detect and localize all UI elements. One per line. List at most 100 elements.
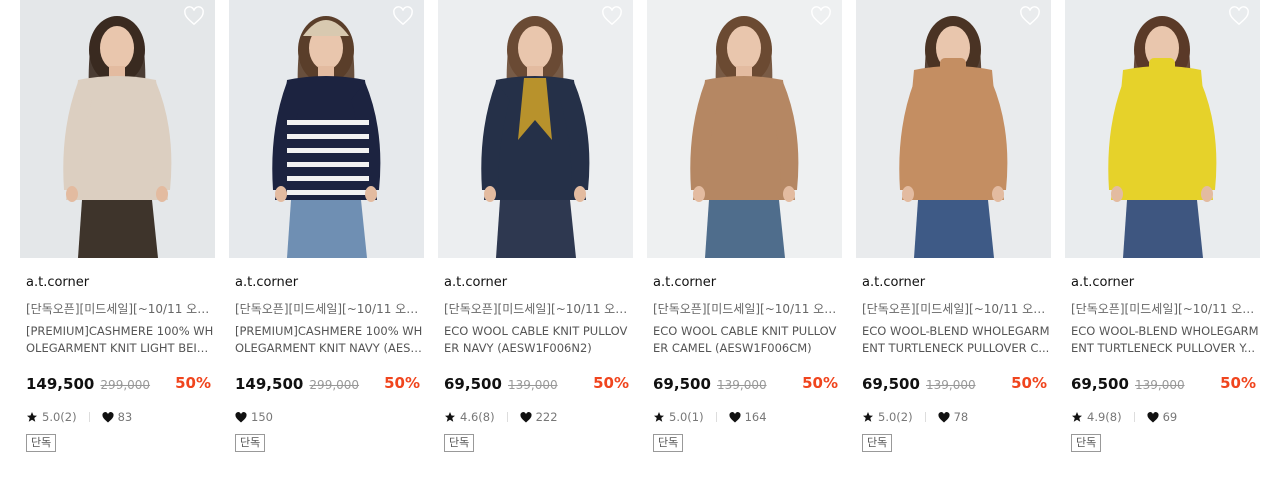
- likes: 69: [1147, 410, 1178, 424]
- product-name[interactable]: ECO WOOL-BLEND WHOLEGARMENT TURTLENECK P…: [862, 323, 1050, 357]
- original-price: 139,000: [507, 378, 558, 392]
- brand-name[interactable]: a.t.corner: [653, 275, 716, 290]
- product-photo: [229, 0, 424, 258]
- brand-name[interactable]: a.t.corner: [444, 275, 507, 290]
- exclusive-badge: 단독: [26, 434, 57, 452]
- price-row: 69,500 139,000 50%: [653, 374, 838, 394]
- star-icon: [1072, 412, 1082, 422]
- wishlist-heart-icon[interactable]: [392, 6, 414, 26]
- product-name[interactable]: ECO WOOL CABLE KNIT PULLOVER CAMEL (AESW…: [653, 323, 841, 357]
- product-stats: 5.0(2) 78: [862, 409, 968, 425]
- original-price: 139,000: [716, 378, 767, 392]
- product-image[interactable]: [1065, 0, 1260, 258]
- star-icon: [445, 412, 455, 422]
- promo-text: [단독오픈][미드세일][~10/11 오전 10...: [235, 302, 421, 316]
- product-image[interactable]: [229, 0, 424, 258]
- promo-text: [단독오픈][미드세일][~10/11 오전 10...: [653, 302, 839, 316]
- product-name[interactable]: [PREMIUM]CASHMERE 100% WHOLEGARMENT KNIT…: [26, 323, 214, 357]
- rating: 4.9(8): [1071, 410, 1122, 424]
- heart-icon: [1147, 411, 1159, 422]
- price-row: 69,500 139,000 50%: [862, 374, 1047, 394]
- product-name[interactable]: [PREMIUM]CASHMERE 100% WHOLEGARMENT KNIT…: [235, 323, 423, 357]
- rating-value: 4.9(8): [1087, 410, 1122, 424]
- product-grid: a.t.corner [단독오픈][미드세일][~10/11 오전 10... …: [0, 0, 1269, 477]
- brand-name[interactable]: a.t.corner: [862, 275, 925, 290]
- likes: 78: [938, 410, 969, 424]
- discount-rate: 50%: [175, 374, 211, 392]
- product-stats: 4.6(8) 222: [444, 409, 558, 425]
- rating-value: 5.0(2): [878, 410, 913, 424]
- rating: 5.0(2): [26, 410, 77, 424]
- brand-name[interactable]: a.t.corner: [1071, 275, 1134, 290]
- price-row: 149,500 299,000 50%: [26, 374, 211, 394]
- wishlist-heart-icon[interactable]: [1228, 6, 1250, 26]
- wishlist-heart-icon[interactable]: [810, 6, 832, 26]
- star-icon: [27, 412, 37, 422]
- brand-name[interactable]: a.t.corner: [235, 275, 298, 290]
- rating-value: 5.0(1): [669, 410, 704, 424]
- promo-text: [단독오픈][미드세일][~10/11 오전 10...: [1071, 302, 1257, 316]
- exclusive-badge: 단독: [653, 434, 684, 452]
- sale-price: 69,500: [862, 375, 920, 393]
- discount-rate: 50%: [384, 374, 420, 392]
- sale-price: 69,500: [653, 375, 711, 393]
- product-card[interactable]: a.t.corner [단독오픈][미드세일][~10/11 오전 10... …: [229, 0, 424, 470]
- likes-count: 78: [953, 410, 969, 424]
- likes-count: 69: [1162, 410, 1178, 424]
- original-price: 139,000: [925, 378, 976, 392]
- likes: 83: [102, 410, 133, 424]
- rating: 5.0(1): [653, 410, 704, 424]
- product-name[interactable]: ECO WOOL CABLE KNIT PULLOVER NAVY (AESW1…: [444, 323, 632, 357]
- product-stats: 5.0(1) 164: [653, 409, 767, 425]
- product-card[interactable]: a.t.corner [단독오픈][미드세일][~10/11 오전 10... …: [856, 0, 1051, 470]
- divider: [924, 412, 926, 422]
- product-photo: [20, 0, 215, 258]
- likes: 150: [235, 410, 273, 424]
- likes: 222: [520, 410, 558, 424]
- product-image[interactable]: [438, 0, 633, 258]
- product-photo: [856, 0, 1051, 258]
- star-icon: [654, 412, 664, 422]
- rating-value: 4.6(8): [460, 410, 495, 424]
- rating: 4.6(8): [444, 410, 495, 424]
- original-price: 299,000: [100, 378, 151, 392]
- promo-text: [단독오픈][미드세일][~10/11 오전 10...: [862, 302, 1048, 316]
- product-card[interactable]: a.t.corner [단독오픈][미드세일][~10/11 오전 10... …: [1065, 0, 1260, 470]
- brand-name[interactable]: a.t.corner: [26, 275, 89, 290]
- promo-text: [단독오픈][미드세일][~10/11 오전 10...: [26, 302, 212, 316]
- product-photo: [438, 0, 633, 258]
- exclusive-badge: 단독: [235, 434, 266, 452]
- wishlist-heart-icon[interactable]: [183, 6, 205, 26]
- heart-icon: [729, 411, 741, 422]
- discount-rate: 50%: [1220, 374, 1256, 392]
- wishlist-heart-icon[interactable]: [1019, 6, 1041, 26]
- promo-text: [단독오픈][미드세일][~10/11 오전 10...: [444, 302, 630, 316]
- product-image[interactable]: [20, 0, 215, 258]
- product-name[interactable]: ECO WOOL-BLEND WHOLEGARMENT TURTLENECK P…: [1071, 323, 1259, 357]
- product-card[interactable]: a.t.corner [단독오픈][미드세일][~10/11 오전 10... …: [438, 0, 633, 470]
- original-price: 299,000: [309, 378, 360, 392]
- heart-icon: [938, 411, 950, 422]
- rating: 5.0(2): [862, 410, 913, 424]
- product-stats: 5.0(2) 83: [26, 409, 132, 425]
- sale-price: 69,500: [444, 375, 502, 393]
- heart-icon: [235, 411, 247, 422]
- discount-rate: 50%: [593, 374, 629, 392]
- likes-count: 222: [535, 410, 558, 424]
- product-photo: [1065, 0, 1260, 258]
- original-price: 139,000: [1134, 378, 1185, 392]
- heart-icon: [102, 411, 114, 422]
- wishlist-heart-icon[interactable]: [601, 6, 623, 26]
- rating-value: 5.0(2): [42, 410, 77, 424]
- likes-count: 83: [117, 410, 133, 424]
- price-row: 149,500 299,000 50%: [235, 374, 420, 394]
- exclusive-badge: 단독: [444, 434, 475, 452]
- heart-icon: [520, 411, 532, 422]
- product-card[interactable]: a.t.corner [단독오픈][미드세일][~10/11 오전 10... …: [647, 0, 842, 470]
- discount-rate: 50%: [1011, 374, 1047, 392]
- product-card[interactable]: a.t.corner [단독오픈][미드세일][~10/11 오전 10... …: [20, 0, 215, 470]
- discount-rate: 50%: [802, 374, 838, 392]
- product-image[interactable]: [856, 0, 1051, 258]
- product-image[interactable]: [647, 0, 842, 258]
- divider: [715, 412, 717, 422]
